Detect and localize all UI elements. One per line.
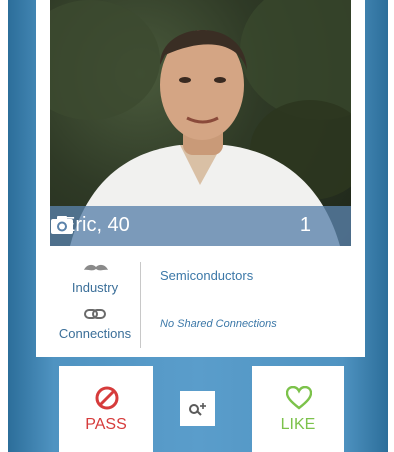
industry-value: Semiconductors (160, 268, 254, 283)
connections-value: No Shared Connections (160, 318, 277, 330)
like-label: LIKE (280, 416, 316, 433)
pass-label: PASS (85, 416, 127, 433)
link-icon (84, 309, 106, 319)
introduce-button[interactable] (180, 391, 215, 426)
connections-label: Connections (58, 326, 132, 341)
industry-label: Industry (71, 280, 119, 295)
like-button[interactable]: LIKE (252, 366, 344, 452)
details-divider (140, 262, 141, 348)
photo-caption-bar: Eric, 40 1 (50, 206, 351, 246)
introduce-icon (189, 403, 206, 416)
pass-icon (95, 386, 119, 410)
profile-photo[interactable]: Eric, 40 1 (50, 0, 351, 246)
profile-details: Industry Connections Semiconductors No S… (50, 250, 351, 350)
camera-icon[interactable] (50, 215, 74, 235)
photo-count: 1 (299, 214, 311, 236)
profile-card[interactable]: Eric, 40 1 Industry Connections Semicond… (36, 0, 365, 357)
heart-icon (286, 386, 312, 410)
pass-button[interactable]: PASS (59, 366, 153, 452)
mustache-icon (84, 264, 108, 271)
